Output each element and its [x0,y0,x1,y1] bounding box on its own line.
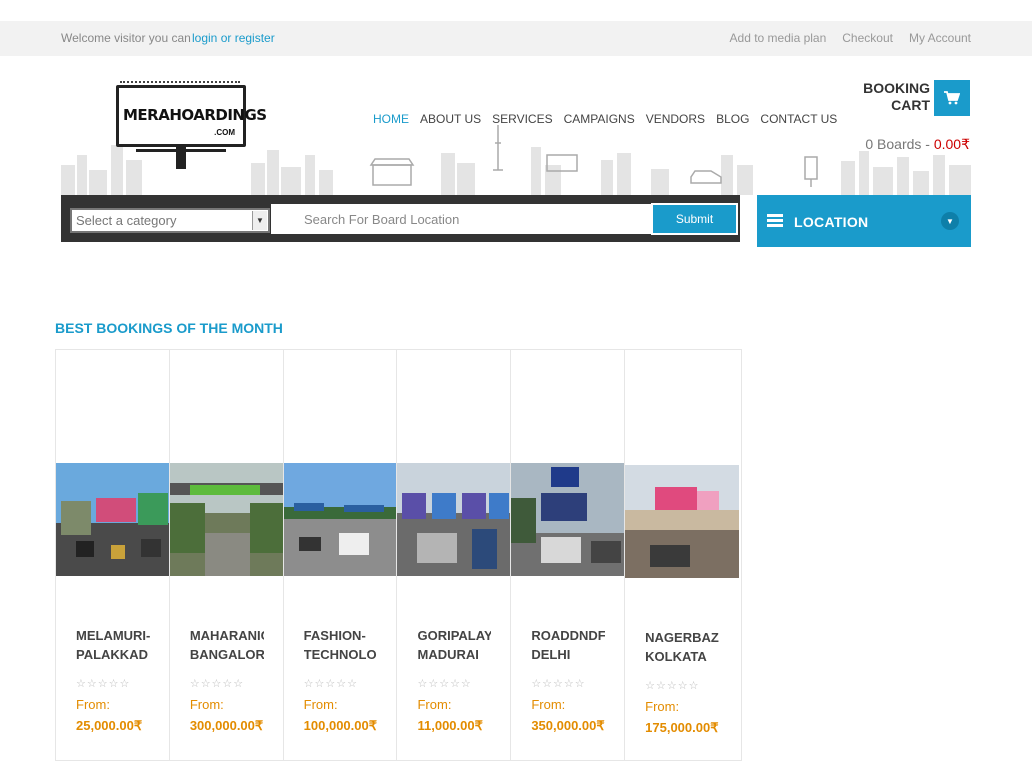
booking-card-title[interactable]: ROADDNDF DELHI [531,626,605,664]
billboard-photo[interactable] [56,463,170,576]
booking-card-title[interactable]: GORIPALAY MADURAI [417,626,491,664]
booking-card-city: BANGALORE [189,647,264,662]
booking-card-price: 100,000.00₹ [303,718,377,733]
category-select-value: Select a category [76,213,177,228]
shopping-cart-icon [944,91,960,105]
booking-card-city: PALAKKAD [76,647,148,662]
booking-cart[interactable]: BOOKING CART [863,80,970,116]
star-rating-icon: ☆☆☆☆☆ [189,678,245,690]
main-nav: HOME ABOUT US SERVICES CAMPAIGNS VENDORS… [373,112,837,126]
star-rating-icon: ☆☆☆☆☆ [645,680,700,692]
star-rating-icon: ☆☆☆☆☆ [303,678,358,690]
booking-card-location: MAHARANIC [189,628,264,643]
chevron-down-icon[interactable]: ▼ [941,212,959,230]
booking-card-location: ROADDNDF [531,628,606,643]
location-dropdown[interactable]: LOCATION ▼ [757,195,971,247]
nav-campaigns[interactable]: CAMPAIGNS [564,112,635,126]
nav-contact-us[interactable]: CONTACT US [760,112,837,126]
my-account-link[interactable]: My Account [909,31,971,45]
booking-cart-label: BOOKING CART [863,80,930,114]
booking-card[interactable]: GORIPALAY MADURAI ☆☆☆☆☆ From: 11,000.00₹ [397,350,512,760]
cart-amount: 0.00₹ [933,136,970,152]
star-rating-icon: ☆☆☆☆☆ [76,678,131,690]
booking-card-city: KOLKATA [645,649,707,664]
nav-home[interactable]: HOME [373,112,409,126]
booking-card-title[interactable]: MAHARANIC BANGALORE [190,626,264,664]
booking-cart-line2: CART [891,97,930,113]
booking-card-price: 300,000.00₹ [189,718,264,733]
billboard-photo[interactable] [511,463,625,576]
nav-services[interactable]: SERVICES [492,112,552,126]
booking-card[interactable]: NAGERBAZA KOLKATA ☆☆☆☆☆ From: 175,000.00… [625,350,741,760]
booking-card-title[interactable]: FASHION- TECHNOLO [304,626,378,664]
price-from-label: From: [417,697,452,712]
price-from-label: From: [189,697,224,712]
star-rating-icon: ☆☆☆☆☆ [417,678,472,690]
billboard-photo[interactable] [625,465,740,578]
booking-card-location: NAGERBAZA [645,630,719,645]
category-select[interactable]: Select a category ▼ [70,208,270,233]
booking-card-price: 175,000.00₹ [645,720,719,735]
submit-button-label: Submit [653,205,736,233]
booking-cart-line1: BOOKING [863,80,930,96]
cart-summary: 0 Boards - 0.00₹ [865,136,970,153]
booking-card-location: GORIPALAY [417,628,492,643]
booking-card-title[interactable]: MELAMURI- PALAKKAD [76,626,150,664]
site-logo[interactable]: MERAHOARDINGS .COM [116,81,267,169]
cart-button[interactable] [934,80,970,116]
menu-icon [767,214,783,227]
login-register-link[interactable]: login or register [192,31,275,45]
nav-about-us[interactable]: ABOUT US [420,112,481,126]
chevron-down-icon: ▼ [252,211,267,230]
location-label: LOCATION [794,214,869,230]
booking-card-city: TECHNOLO [303,647,377,662]
logo-domain-text: .COM [214,128,235,137]
price-from-label: From: [645,699,680,714]
booking-card[interactable]: FASHION- TECHNOLO ☆☆☆☆☆ From: 100,000.00… [283,350,398,760]
section-title: BEST BOOKINGS OF THE MONTH [55,320,283,336]
nav-blog[interactable]: BLOG [716,112,749,126]
billboard-photo[interactable] [169,463,284,576]
price-from-label: From: [531,697,566,712]
billboard-icon: MERAHOARDINGS .COM [116,85,267,147]
billboard-pole [176,147,186,169]
price-from-label: From: [303,697,338,712]
bookings-grid: MELAMURI- PALAKKAD ☆☆☆☆☆ From: 25,000.00… [55,349,742,761]
logo-text: MERAHOARDINGS [123,106,267,124]
star-rating-icon: ☆☆☆☆☆ [531,678,586,690]
cart-boards-count: 0 Boards - [865,136,934,152]
price-from-label: From: [76,697,110,712]
nav-vendors[interactable]: VENDORS [646,112,705,126]
welcome-text: Welcome visitor you can [61,31,191,45]
submit-button[interactable]: Submit [651,203,738,235]
search-bar: Select a category ▼ Submit [61,195,740,242]
booking-card-price: 11,000.00₹ [417,718,483,733]
checkout-link[interactable]: Checkout [842,31,893,45]
billboard-photo[interactable] [397,463,511,576]
booking-card[interactable]: MELAMURI- PALAKKAD ☆☆☆☆☆ From: 25,000.00… [56,350,170,760]
search-input[interactable] [271,204,651,234]
add-to-media-plan-link[interactable]: Add to media plan [730,31,827,45]
booking-card[interactable]: MAHARANIC BANGALORE ☆☆☆☆☆ From: 300,000.… [169,350,284,760]
booking-card-price: 25,000.00₹ [76,718,143,733]
billboard-photo[interactable] [283,463,398,576]
booking-card-title[interactable]: NAGERBAZA KOLKATA [645,628,719,666]
booking-card-location: MELAMURI- [76,628,150,643]
booking-card[interactable]: ROADDNDF DELHI ☆☆☆☆☆ From: 350,000.00₹ [511,350,626,760]
booking-card-location: FASHION- [303,628,366,643]
booking-card-price: 350,000.00₹ [531,718,605,733]
booking-card-city: DELHI [531,647,571,662]
booking-card-city: MADURAI [417,647,479,662]
top-bar: Welcome visitor you can login or registe… [0,21,1032,56]
account-links: Add to media plan Checkout My Account [730,31,971,45]
